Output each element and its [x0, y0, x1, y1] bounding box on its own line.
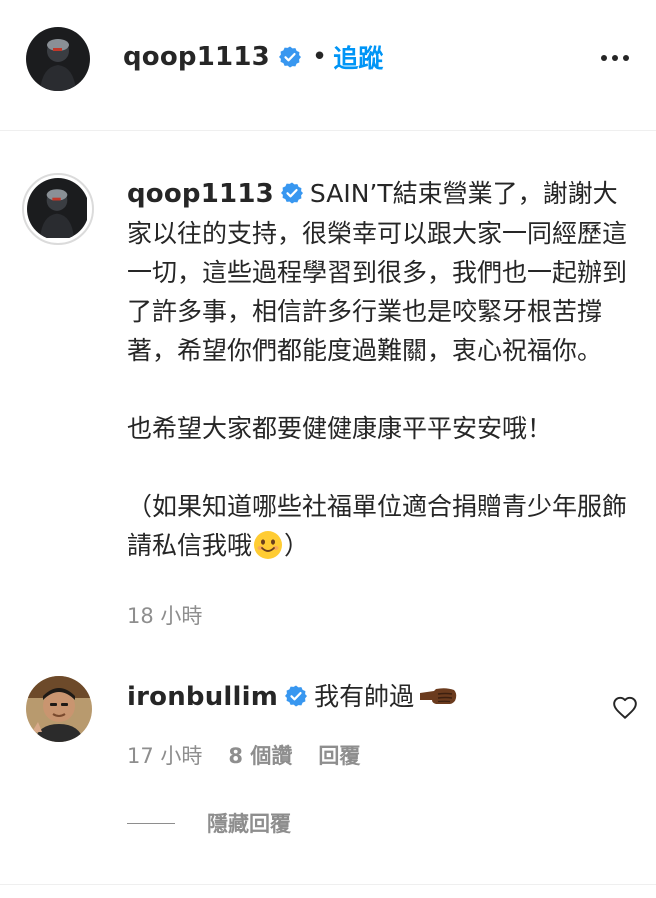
caption-text: qoop1113 SAIN’T結束營業了，謝謝大家以往的支持，很榮幸可以跟大家一同…: [127, 174, 627, 565]
verified-badge-icon: [278, 46, 301, 68]
comment-timestamp[interactable]: 17 小時: [127, 740, 202, 770]
bottom-divider: [0, 884, 656, 885]
divider-line: [127, 822, 175, 824]
more-horizontal-icon[interactable]: [600, 46, 630, 70]
smiling-face-emoji: [254, 531, 283, 559]
avatar[interactable]: [26, 27, 90, 91]
comment-avatar[interactable]: [26, 676, 92, 742]
caption-paragraph-2: 也希望大家都要健健康康平平安安哦！: [127, 414, 553, 443]
username-link[interactable]: qoop1113: [123, 42, 270, 72]
caption-paragraph-3: （如果知道哪些社福單位適合捐贈青少年服飾請私信我哦: [127, 492, 628, 560]
comment-likes[interactable]: 8 個讚: [228, 740, 292, 770]
heart-outline-icon[interactable]: [612, 695, 638, 721]
comment-meta: 17 小時 8 個讚 回覆: [127, 740, 360, 770]
header-user-line: qoop1113 • 追蹤: [123, 40, 383, 74]
verified-badge-icon: [280, 182, 303, 204]
post-header: qoop1113 • 追蹤: [0, 0, 656, 131]
separator-dot: •: [311, 42, 328, 72]
avatar-image: [26, 27, 90, 91]
comment-body: 我有帥過: [314, 682, 415, 711]
hide-replies-label: 隱藏回覆: [207, 812, 291, 836]
caption-timestamp[interactable]: 18 小時: [127, 600, 202, 630]
comment-text: ironbullim 我有帥過: [127, 677, 597, 717]
reply-button[interactable]: 回覆: [318, 740, 360, 770]
comment-username-link[interactable]: ironbullim: [127, 682, 278, 712]
avatar-image: [27, 178, 87, 238]
avatar-image: [26, 676, 92, 742]
fist-bump-emoji: [420, 688, 457, 704]
verified-badge-icon: [285, 685, 308, 707]
caption-paragraph-3-end: ）: [284, 531, 310, 560]
caption-avatar[interactable]: [22, 173, 94, 245]
caption-username-link[interactable]: qoop1113: [127, 179, 274, 209]
follow-button[interactable]: 追蹤: [333, 39, 383, 75]
hide-replies-button[interactable]: 隱藏回覆: [127, 808, 291, 838]
